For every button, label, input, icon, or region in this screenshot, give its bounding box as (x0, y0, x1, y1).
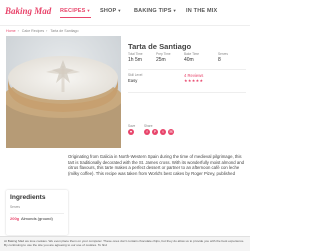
baking-mad-logo[interactable]: Baking Mad (5, 6, 51, 16)
prep-time: Prep Time 25m (156, 52, 171, 63)
twitter-icon[interactable]: t (160, 129, 166, 135)
breadcrumb-cake-recipes[interactable]: Cake Recipes (22, 29, 44, 33)
tarta-de-santiago-photo (6, 36, 121, 148)
divider (128, 92, 246, 93)
recipe-hero-image (6, 36, 121, 148)
email-icon[interactable]: ✉ (168, 129, 174, 135)
share-label: Share (144, 124, 153, 128)
heart-icon[interactable]: ♥ (128, 129, 134, 135)
facebook-icon[interactable]: f (144, 129, 150, 135)
nav-in-the-mix[interactable]: IN THE MIX (186, 8, 217, 14)
ingredients-card: Ingredients Serves 200g Almonds (ground) (6, 190, 68, 235)
recipe-times: Total Time 1h 5m Prep Time 25m Bake Time… (128, 52, 246, 66)
breadcrumb: Home › Cake Recipes › Tarta de Santiago (6, 29, 79, 33)
cookie-notice-text: At Baking Mad we love cookies. We even p… (4, 239, 245, 247)
cookie-notice-bar: At Baking Mad we love cookies. We even p… (0, 236, 250, 251)
divider (128, 69, 246, 70)
breadcrumb-home[interactable]: Home (6, 29, 16, 33)
recipe-intro: Originating from Galicia in North-Wester… (68, 154, 245, 176)
bake-time: Bake Time 40m (184, 52, 200, 63)
nav-recipes[interactable]: RECIPES▼ (60, 8, 91, 18)
ingredient-row: 200g Almonds (ground) (10, 213, 64, 223)
recipe-title: Tarta de Santiago (128, 42, 192, 51)
top-navigation: Baking Mad RECIPES▼ SHOP▼ BAKING TIPS▼ I… (0, 0, 250, 26)
skill-level-value: Easy (128, 78, 138, 83)
skill-and-reviews: Skill Level Easy 4 Reviews ★★★★★ (128, 73, 246, 89)
save-label: Save (128, 124, 136, 128)
skill-level-label: Skill Level (128, 73, 143, 77)
chevron-down-icon: ▼ (86, 8, 91, 13)
nav-shop[interactable]: SHOP▼ (100, 8, 122, 14)
breadcrumb-current: Tarta de Santiago (50, 29, 79, 33)
save-share-row: Save ♥ Share f P t ✉ (128, 124, 246, 138)
chevron-down-icon: ▼ (172, 8, 177, 13)
ingredient-name: Almonds (ground) (21, 216, 53, 221)
pinterest-icon[interactable]: P (152, 129, 158, 135)
total-time: Total Time 1h 5m (128, 52, 143, 63)
serves: Serves 8 (218, 52, 228, 63)
rating-stars: ★★★★★ (184, 78, 204, 83)
chevron-down-icon: ▼ (117, 8, 122, 13)
ingredients-title: Ingredients (10, 194, 46, 201)
nav-baking-tips[interactable]: BAKING TIPS▼ (134, 8, 177, 14)
ingredient-qty: 200g (10, 216, 20, 221)
ingredients-serves: Serves (10, 205, 20, 209)
